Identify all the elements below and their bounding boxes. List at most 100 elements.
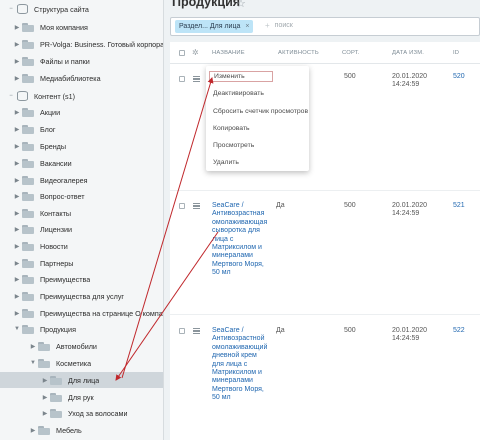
tree-toggle-icon[interactable]: ▶ (12, 58, 22, 65)
folder-icon (22, 274, 35, 284)
sidebar-item[interactable]: ▶ Уход за волосами (0, 405, 163, 421)
row-checkbox[interactable] (179, 76, 185, 82)
sidebar-item[interactable]: ▶ Преимущества на странице О компании (0, 305, 164, 321)
header-id[interactable]: ID (453, 50, 459, 56)
tree-toggle-icon[interactable]: ▼ (28, 360, 38, 366)
filter-bar[interactable]: Раздел... Для лица × + поиск (170, 17, 480, 36)
cell-name-link[interactable]: SeaCare / Антивозрастная омолаживающая с… (212, 202, 276, 278)
tree-toggle-icon[interactable]: − (6, 6, 16, 12)
folder-icon (22, 107, 35, 117)
sidebar-item-label: Вопрос-ответ (40, 191, 85, 201)
row-checkbox[interactable] (179, 328, 185, 334)
row-menu-icon[interactable] (193, 203, 200, 209)
sidebar-item[interactable]: ▶ Вакансии (0, 155, 163, 171)
sidebar-item[interactable]: ▶ Для лица (0, 372, 163, 388)
row-divider (170, 314, 480, 315)
sidebar-item[interactable]: ▶ Вопрос-ответ (0, 188, 163, 204)
sidebar-item[interactable]: ▶ Автомобили (0, 338, 163, 354)
menu-item-reset-counter[interactable]: Сбросить счетчик просмотров (213, 108, 308, 115)
tree-toggle-icon[interactable]: ▶ (12, 260, 22, 267)
sidebar-item[interactable]: ▶ Преимущества (0, 271, 163, 287)
tree-toggle-icon[interactable]: ▶ (12, 310, 22, 317)
header-sort[interactable]: СОРТ. (342, 50, 360, 56)
header-name[interactable]: НАЗВАНИЕ (212, 50, 245, 56)
sidebar-item[interactable]: ▶ Блог (0, 121, 163, 137)
tree-toggle-icon[interactable]: ▶ (12, 41, 22, 48)
tree-toggle-icon[interactable]: − (6, 93, 16, 99)
sidebar-item[interactable]: ▶ Для рук (0, 389, 163, 405)
sidebar-item[interactable]: ▶ Мебель (0, 422, 163, 438)
star-icon[interactable]: ☆ (236, 0, 246, 10)
row-menu-icon[interactable] (193, 76, 200, 82)
search-placeholder: поиск (274, 22, 293, 29)
sidebar-item[interactable]: ▼ Продукция (0, 321, 163, 337)
tree-toggle-icon[interactable]: ▶ (12, 293, 22, 300)
sidebar-item[interactable]: ▶ Файлы и папки (0, 53, 163, 69)
sidebar-item[interactable]: ▶ Новости (0, 238, 163, 254)
sidebar-item-label: Бренды (40, 141, 67, 151)
tree-toggle-icon[interactable]: ▶ (28, 343, 38, 350)
sidebar-item[interactable]: ▶ Бренды (0, 138, 163, 154)
search-input[interactable]: + поиск (265, 21, 293, 30)
cell-id-link[interactable]: 521 (453, 202, 465, 210)
tree-toggle-icon[interactable]: ▶ (12, 160, 22, 167)
tree-toggle-icon[interactable]: ▶ (12, 75, 22, 82)
row-checkbox[interactable] (179, 203, 185, 209)
menu-item-view[interactable]: Просмотреть (213, 142, 254, 149)
row-menu-icon[interactable] (193, 328, 200, 334)
tree-toggle-icon[interactable]: ▶ (12, 143, 22, 150)
sidebar-item[interactable]: ▶ PR-Volga: Business. Готовый корпоративн… (0, 36, 163, 52)
cell-sort: 500 (344, 73, 356, 80)
sidebar-item-label: Акции (40, 107, 61, 117)
header-date[interactable]: ДАТА ИЗМ. (392, 50, 424, 56)
sidebar-item[interactable]: ▶ Моя компания (0, 19, 163, 35)
sidebar-item[interactable]: ▶ Акции (0, 104, 163, 120)
tree-toggle-icon[interactable]: ▼ (12, 326, 22, 332)
tree-toggle-icon[interactable]: ▶ (12, 126, 22, 133)
tree-toggle-icon[interactable]: ▶ (12, 24, 22, 31)
page-title: Продукция (172, 0, 241, 9)
sidebar-item[interactable]: ▶ Лицензии (0, 221, 163, 237)
folder-icon (22, 22, 35, 32)
gear-icon[interactable]: ✲ (192, 48, 199, 57)
header-activity[interactable]: АКТИВНОСТЬ (278, 50, 319, 56)
sidebar-item-label: Файлы и папки (40, 56, 90, 66)
tree-toggle-icon[interactable]: ▶ (12, 109, 22, 116)
sidebar-item[interactable]: − Контент (s1) (0, 88, 163, 104)
tree-toggle-icon[interactable]: ▶ (12, 177, 22, 184)
filter-chip[interactable]: Раздел... Для лица × (175, 20, 254, 33)
sidebar-item[interactable]: ▼ Косметика (0, 355, 163, 371)
menu-item-delete[interactable]: Удалить (213, 159, 239, 166)
sidebar-item[interactable]: − Структура сайта (0, 1, 163, 17)
chip-close-icon[interactable]: × (245, 23, 249, 30)
filter-chip-label: Раздел... Для лица (179, 23, 241, 30)
folder-icon (22, 39, 35, 49)
tree-toggle-icon[interactable]: ▶ (12, 276, 22, 283)
sidebar-item[interactable]: ▶ Медиабиблиотека (0, 70, 163, 86)
sidebar-item-label: Преимущества на странице О компании (40, 308, 164, 318)
tree-toggle-icon[interactable]: ▶ (12, 193, 22, 200)
menu-item-edit[interactable]: Изменить (209, 71, 273, 82)
tree-toggle-icon[interactable]: ▶ (40, 394, 50, 401)
folder-icon (22, 291, 35, 301)
sidebar-item-label: Структура сайта (34, 4, 89, 14)
folder-icon (22, 258, 35, 268)
cell-name-link[interactable]: SeaCare / Антивозрастной омолаживающий д… (212, 327, 276, 403)
sidebar-item[interactable]: ▶ Преимущества для услуг (0, 288, 163, 304)
tree-toggle-icon[interactable]: ▶ (28, 427, 38, 434)
tree-toggle-icon[interactable]: ▶ (12, 210, 22, 217)
plus-icon[interactable]: + (265, 21, 270, 30)
tree-toggle-icon[interactable]: ▶ (12, 226, 22, 233)
menu-item-copy[interactable]: Копировать (213, 125, 250, 132)
menu-item-deactivate[interactable]: Деактивировать (213, 90, 264, 97)
tree-toggle-icon[interactable]: ▶ (12, 243, 22, 250)
select-all-checkbox[interactable] (179, 50, 185, 56)
cell-id-link[interactable]: 520 (453, 73, 465, 81)
tree-toggle-icon[interactable]: ▶ (40, 410, 50, 417)
cell-id-link[interactable]: 522 (453, 327, 465, 335)
sidebar-item-label: Для лица (68, 375, 100, 385)
tree-toggle-icon[interactable]: ▶ (40, 377, 50, 384)
sidebar-item[interactable]: ▶ Видеогалерея (0, 172, 163, 188)
sidebar-item[interactable]: ▶ Контакты (0, 205, 163, 221)
sidebar-item[interactable]: ▶ Партнеры (0, 255, 163, 271)
